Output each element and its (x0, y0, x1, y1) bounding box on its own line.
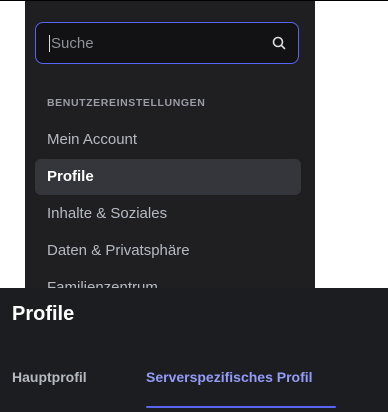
sidebar-item-data-privacy[interactable]: Daten & Privatsphäre (35, 233, 301, 269)
text-caret (49, 34, 50, 52)
sidebar-item-my-account[interactable]: Mein Account (35, 122, 301, 158)
search-placeholder: Suche (51, 34, 94, 52)
tab-server-profile[interactable]: Serverspezifisches Profil (146, 368, 313, 386)
sidebar-item-label: Profile (47, 168, 94, 185)
sidebar-item-family-center[interactable]: Familienzentrum (35, 270, 301, 288)
section-header-user-settings: BENUTZEREINSTELLUNGEN (47, 97, 206, 109)
sidebar-item-label: Mein Account (47, 131, 138, 148)
profiles-panel: Profile Hauptprofil Serverspezifisches P… (0, 288, 388, 412)
sidebar-item-label: Familienzentrum (47, 279, 158, 288)
search-input[interactable]: Suche (35, 22, 299, 64)
page-title: Profile (12, 303, 75, 325)
sidebar-item-label: Inhalte & Soziales (47, 205, 168, 222)
selected-tab-indicator (146, 406, 336, 408)
sidebar-item-content-social[interactable]: Inhalte & Soziales (35, 196, 301, 232)
settings-sidebar: Suche BENUTZEREINSTELLUNGEN Mein Account… (25, 1, 315, 288)
sidebar-item-label: Daten & Privatsphäre (47, 242, 190, 259)
sidebar-item-profiles[interactable]: Profile (35, 159, 301, 195)
search-icon[interactable] (270, 34, 288, 52)
tab-main-profile[interactable]: Hauptprofil (12, 368, 87, 386)
